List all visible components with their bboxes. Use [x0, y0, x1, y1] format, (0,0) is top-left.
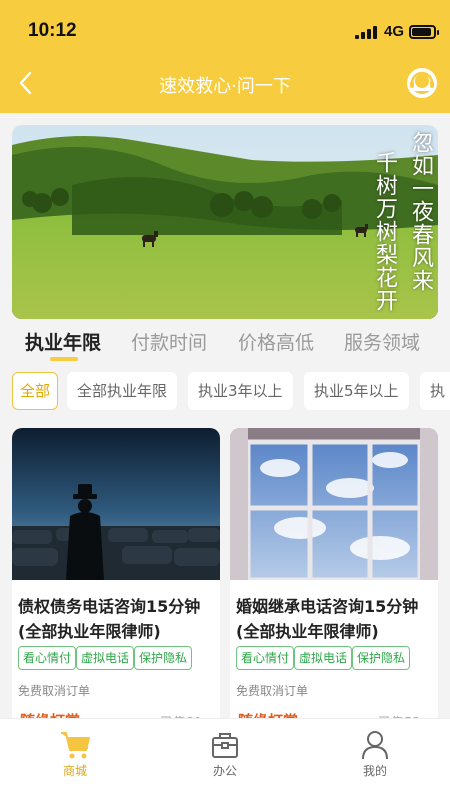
headset-icon	[407, 68, 437, 98]
tabbar-item-mine[interactable]: 我的	[300, 719, 450, 800]
product-card[interactable]: 债权债务电话咨询15分钟(全部执业年限律师) 看心情付 虚拟电话 保护隐私 免费…	[12, 428, 220, 758]
cart-icon	[61, 732, 90, 759]
product-note: 免费取消订单	[236, 684, 309, 698]
app-header: 10:12 4G 速效救心·问一下	[0, 0, 450, 113]
product-tag: 虚拟电话	[294, 646, 353, 670]
status-time: 10:12	[28, 20, 77, 41]
product-image-night-city	[12, 428, 220, 580]
tab-service-area[interactable]: 服务领域	[344, 328, 420, 355]
tabbar-label: 商城	[62, 764, 87, 778]
product-tag: 看心情付	[236, 646, 295, 670]
active-tab-indicator	[50, 357, 78, 361]
tab-practice-years[interactable]: 执业年限	[25, 328, 101, 355]
banner-poem-right: 忽如一夜春风来	[408, 131, 433, 292]
filter-chips: 全部 全部执业年限 执业3年以上 执业5年以上 执	[0, 372, 450, 412]
filter-chip-all-years[interactable]: 全部执业年限	[67, 372, 178, 410]
product-tag: 看心情付	[18, 646, 77, 670]
product-tag: 虚拟电话	[76, 646, 135, 670]
filter-chip-all[interactable]: 全部	[12, 372, 59, 410]
network-type: 4G	[384, 23, 405, 40]
product-tag: 保护隐私	[134, 646, 193, 670]
product-title: 婚姻继承电话咨询15分钟(全部执业年限律师)	[236, 597, 419, 641]
tabbar-label: 办公	[212, 764, 237, 778]
briefcase-icon	[212, 733, 238, 758]
bottom-tab-bar: 商城 办公 我的	[0, 718, 450, 800]
signal-icon	[355, 25, 377, 39]
filter-chip-more[interactable]: 执	[420, 372, 450, 410]
battery-icon	[409, 25, 439, 39]
tabbar-label: 我的	[362, 764, 387, 778]
tab-payment-time[interactable]: 付款时间	[131, 328, 207, 355]
page-title: 速效救心·问一下	[159, 76, 291, 97]
banner-poem-left: 千树万树梨花开	[372, 151, 397, 312]
status-bar: 10:12 4G	[0, 0, 450, 60]
promo-banner[interactable]: 忽如一夜春风来 千树万树梨花开	[12, 125, 438, 319]
tabbar-item-office[interactable]: 办公	[150, 719, 300, 800]
filter-chip-3-years[interactable]: 执业3年以上	[188, 372, 293, 410]
product-title: 债权债务电话咨询15分钟(全部执业年限律师)	[18, 597, 201, 641]
product-tag: 保护隐私	[352, 646, 411, 670]
tabbar-item-mall[interactable]: 商城	[0, 719, 150, 800]
person-icon	[362, 731, 388, 760]
product-card[interactable]: 婚姻继承电话咨询15分钟(全部执业年限律师) 看心情付 虚拟电话 保护隐私 免费…	[230, 428, 438, 758]
customer-service-button[interactable]	[405, 66, 439, 100]
product-note: 免费取消订单	[18, 684, 91, 698]
product-image-window-sky	[230, 428, 438, 580]
filter-chip-5-years[interactable]: 执业5年以上	[304, 372, 409, 410]
tab-price[interactable]: 价格高低	[238, 328, 314, 355]
